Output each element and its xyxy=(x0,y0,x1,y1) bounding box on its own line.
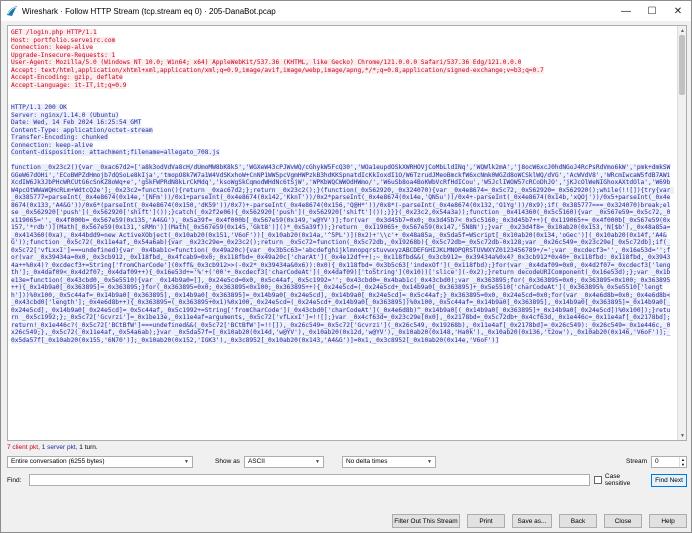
spin-down-icon[interactable]: ▼ xyxy=(681,462,685,467)
chevron-down-icon: ▼ xyxy=(184,458,189,465)
back-button[interactable]: Back xyxy=(559,514,597,528)
packet-stats: 7 client pkt, 1 server pkt, 1 turn. xyxy=(7,444,98,451)
filter-out-button[interactable]: Filter Out This Stream xyxy=(392,514,460,528)
follow-stream-window: Wireshark · Follow HTTP Stream (tcp.stre… xyxy=(0,0,692,533)
case-sensitive-label: Case sensitive xyxy=(604,473,631,487)
options-row: Entire conversation (6255 bytes) ▼ Show … xyxy=(7,455,687,468)
window-title: Wireshark · Follow HTTP Stream (tcp.stre… xyxy=(22,6,276,16)
stream-number-value: 0 xyxy=(655,458,659,465)
conversation-select[interactable]: Entire conversation (6255 bytes) ▼ xyxy=(7,455,193,468)
close-button[interactable]: Close xyxy=(604,514,642,528)
stream-label: Stream xyxy=(626,458,647,465)
scroll-up-arrow-icon[interactable]: ▲ xyxy=(678,26,686,35)
button-row: Filter Out This Stream Print Save as... … xyxy=(7,514,687,529)
show-as-label: Show as xyxy=(215,458,240,465)
chevron-down-icon: ▼ xyxy=(426,458,432,465)
turns-label: 1 turn. xyxy=(79,444,98,451)
show-as-value: ASCII xyxy=(247,458,265,465)
server-body-text: function _0x23c2(){var _0xac67d2=['a8k3o… xyxy=(11,164,675,344)
title-bar: Wireshark · Follow HTTP Stream (tcp.stre… xyxy=(1,1,691,21)
find-input[interactable] xyxy=(29,474,590,486)
save-as-button[interactable]: Save as... xyxy=(512,514,552,528)
chevron-down-icon: ▼ xyxy=(314,458,320,465)
server-packets-label: 1 server pkt, xyxy=(41,444,78,451)
vertical-scrollbar[interactable]: ▲ ▼ xyxy=(677,26,686,440)
stream-number-spinbox[interactable]: 0 ▲ ▼ xyxy=(651,455,687,468)
server-headers-text: HTTP/1.1 200 OK Server: nginx/1.14.0 (Ub… xyxy=(11,104,220,156)
help-button[interactable]: Help xyxy=(649,514,687,528)
stream-text: GET /login.php HTTP/1.1 Host: portfolio.… xyxy=(8,26,686,344)
client-request-text: GET /login.php HTTP/1.1 Host: portfolio.… xyxy=(11,29,544,89)
find-next-button[interactable]: Find Next xyxy=(651,473,687,487)
delta-times-select[interactable]: No delta times ▼ xyxy=(341,455,436,468)
close-window-button[interactable]: ✕ xyxy=(665,1,691,21)
show-as-select[interactable]: ASCII ▼ xyxy=(243,455,324,468)
find-row: Find: Case sensitive Find Next xyxy=(7,473,687,487)
scrollbar-thumb[interactable] xyxy=(679,35,685,95)
wireshark-logo-icon xyxy=(6,5,18,17)
client-packets-label: 7 client pkt, xyxy=(7,444,40,451)
conversation-select-value: Entire conversation (6255 bytes) xyxy=(11,458,105,465)
print-button[interactable]: Print xyxy=(467,514,505,528)
find-label: Find: xyxy=(7,476,22,484)
stream-content[interactable]: GET /login.php HTTP/1.1 Host: portfolio.… xyxy=(7,25,687,441)
delta-times-value: No delta times xyxy=(345,458,388,465)
minimize-button[interactable]: — xyxy=(613,1,639,21)
case-sensitive-checkbox[interactable] xyxy=(593,476,602,484)
maximize-button[interactable]: ☐ xyxy=(639,1,665,21)
scroll-down-arrow-icon[interactable]: ▼ xyxy=(678,431,686,440)
